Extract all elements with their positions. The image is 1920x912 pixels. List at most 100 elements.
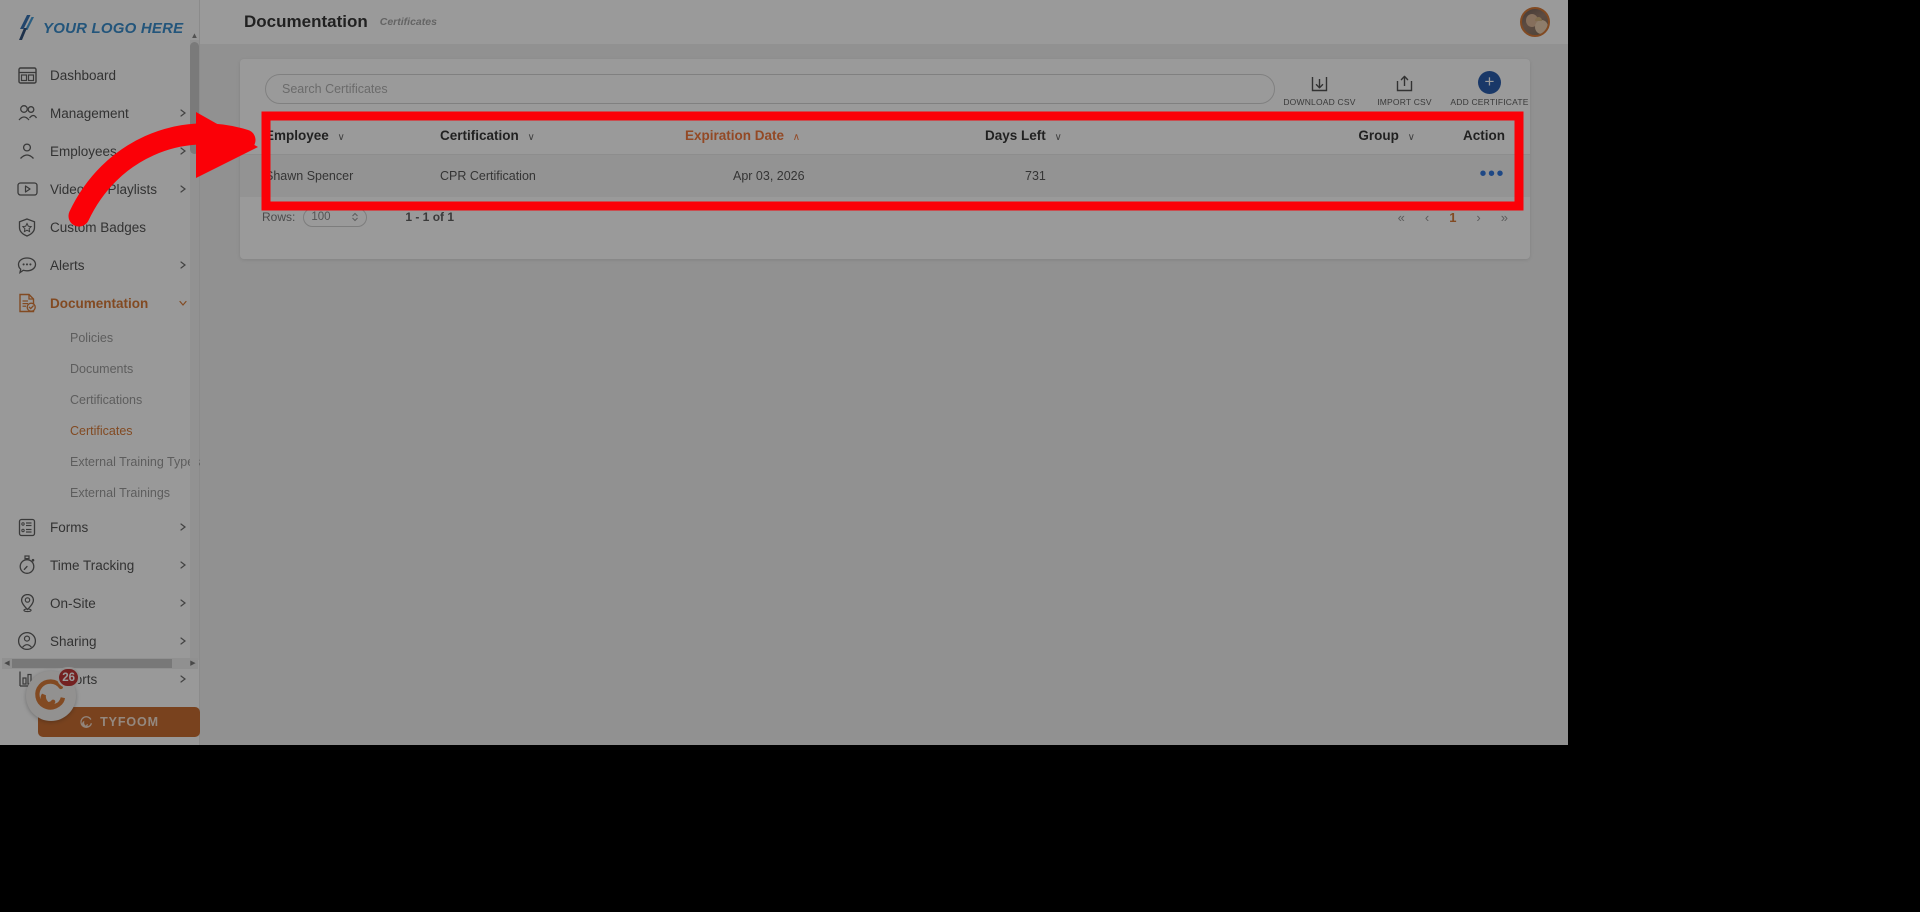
column-label-days-left: Days Left <box>985 128 1046 143</box>
import-csv-button[interactable]: IMPORT CSV <box>1364 72 1445 107</box>
pagination-last-button[interactable]: » <box>1501 210 1508 225</box>
add-certificate-button[interactable]: + ADD CERTIFICATE <box>1449 70 1530 107</box>
sidebar-subitem-certifications[interactable]: Certifications <box>0 384 199 415</box>
sidebar-label-custom-badges: Custom Badges <box>50 219 147 235</box>
sort-caret-down-icon: ∨ <box>1054 132 1062 143</box>
cell-days-left: 731 <box>985 154 1200 197</box>
user-avatar[interactable] <box>1520 7 1550 37</box>
plus-circle-icon: + <box>1477 70 1501 94</box>
sidebar-item-dashboard[interactable]: Dashboard <box>0 56 199 94</box>
sidebar-navigation: YOUR LOGO HERE Dashboard Management Empl… <box>0 0 200 745</box>
map-pin-icon <box>16 592 38 614</box>
hscroll-left-arrow[interactable]: ◀ <box>2 658 12 669</box>
sidebar-label-forms: Forms <box>50 519 89 535</box>
sidebar-scrollbar-thumb[interactable] <box>190 42 199 154</box>
import-csv-label: IMPORT CSV <box>1377 96 1432 107</box>
sidebar-item-videos-playlists[interactable]: Videos & Playlists <box>0 170 199 208</box>
cell-expiration-date: Apr 03, 2026 <box>685 154 985 197</box>
dashboard-icon <box>16 64 38 86</box>
sidebar-item-employees[interactable]: Employees <box>0 132 199 170</box>
sidebar-item-documentation[interactable]: Documentation <box>0 284 199 322</box>
column-header-days-left[interactable]: Days Left ∨ <box>985 119 1200 155</box>
row-actions-menu-button[interactable]: ••• <box>1479 163 1505 185</box>
sidebar-sublabel-certificates: Certificates <box>70 423 133 438</box>
sidebar-item-management[interactable]: Management <box>0 94 199 132</box>
sidebar-subitem-external-training-types[interactable]: External Training Types <box>0 446 201 477</box>
sidebar-horizontal-scrollbar[interactable]: ◀ ▶ <box>2 658 198 669</box>
sidebar-label-on-site: On-Site <box>50 595 96 611</box>
certificates-card: DOWNLOAD CSV IMPORT CSV + <box>240 59 1530 259</box>
download-csv-button[interactable]: DOWNLOAD CSV <box>1279 72 1360 107</box>
sidebar-sublabel-certifications: Certifications <box>70 392 143 407</box>
sort-caret-down-icon: ∨ <box>337 132 345 143</box>
sidebar-label-dashboard: Dashboard <box>50 67 117 83</box>
page-subtitle: Certificates <box>379 16 437 28</box>
add-certificate-label: ADD CERTIFICATE <box>1450 96 1529 107</box>
hscroll-right-arrow[interactable]: ▶ <box>188 658 198 669</box>
rows-per-page-value: 100 <box>311 211 331 223</box>
page-header: Documentation Certificates <box>200 0 1568 44</box>
sidebar-item-forms[interactable]: Forms <box>0 508 199 546</box>
sort-caret-up-icon: ∧ <box>792 132 801 143</box>
chevron-right-icon <box>180 261 186 269</box>
chevron-right-icon <box>180 147 186 155</box>
sidebar-item-sharing[interactable]: Sharing <box>0 622 199 660</box>
pagination-range-text: 1 - 1 of 1 <box>405 210 455 224</box>
pagination-next-button[interactable]: › <box>1476 210 1480 225</box>
sidebar-item-on-site[interactable]: On-Site <box>0 584 199 622</box>
table-row[interactable]: Shawn Spencer CPR Certification Apr 03, … <box>240 154 1530 197</box>
sort-caret-down-icon: ∨ <box>1407 132 1415 143</box>
sidebar-subitem-policies[interactable]: Policies <box>0 322 199 353</box>
column-label-expiration-date: Expiration Date <box>685 128 785 143</box>
pagination-page-1[interactable]: 1 <box>1449 210 1456 225</box>
rows-per-page-label: Rows: <box>262 210 296 224</box>
tyfoom-notification-badge: 26 <box>57 667 80 688</box>
sidebar-sublabel-policies: Policies <box>70 330 114 345</box>
form-list-icon <box>16 516 38 538</box>
people-icon <box>16 102 38 124</box>
sidebar-label-documentation: Documentation <box>50 295 149 311</box>
sidebar-label-sharing: Sharing <box>50 633 97 649</box>
download-csv-icon <box>1310 72 1329 94</box>
column-header-certification[interactable]: Certification ∨ <box>440 119 685 155</box>
download-csv-label: DOWNLOAD CSV <box>1283 96 1356 107</box>
pagination-prev-button[interactable]: ‹ <box>1425 210 1429 225</box>
column-header-group[interactable]: Group ∨ <box>1200 119 1415 155</box>
brand-logo[interactable]: YOUR LOGO HERE <box>0 0 199 56</box>
cell-employee: Shawn Spencer <box>240 154 440 197</box>
sidebar-label-alerts: Alerts <box>50 257 85 273</box>
sidebar-label-management: Management <box>50 105 129 121</box>
chevron-right-icon <box>180 637 186 645</box>
sort-caret-down-icon: ∨ <box>527 132 535 143</box>
sidebar-item-custom-badges[interactable]: Custom Badges <box>0 208 199 246</box>
card-toolbar: DOWNLOAD CSV IMPORT CSV + <box>240 59 1530 119</box>
chat-bubble-icon <box>16 254 38 276</box>
stopwatch-icon <box>16 554 38 576</box>
sidebar-item-time-tracking[interactable]: Time Tracking <box>0 546 199 584</box>
tyfoom-launcher-orb[interactable]: 26 <box>26 667 80 721</box>
hscroll-thumb[interactable] <box>12 659 172 668</box>
column-header-expiration-date[interactable]: Expiration Date ∧ <box>685 119 985 155</box>
chevron-right-icon <box>180 109 186 117</box>
sidebar-subitem-certificates[interactable]: Certificates <box>0 415 199 446</box>
sidebar-label-employees: Employees <box>50 143 117 159</box>
column-header-employee[interactable]: Employee ∨ <box>240 119 440 155</box>
tyfoom-swirl-icon <box>80 715 93 728</box>
search-container[interactable] <box>265 74 1275 104</box>
sidebar-label-videos-playlists: Videos & Playlists <box>50 181 158 197</box>
column-label-action: Action <box>1463 128 1505 143</box>
sidebar-subitem-external-trainings[interactable]: External Trainings <box>0 477 199 508</box>
column-label-group: Group <box>1358 128 1399 143</box>
cell-group <box>1200 154 1415 197</box>
chevron-right-icon <box>180 561 186 569</box>
pagination-first-button[interactable]: « <box>1398 210 1405 225</box>
sidebar-sublabel-external-training-types: External Training Types <box>70 454 201 469</box>
search-input[interactable] <box>282 82 1258 96</box>
application-window: YOUR LOGO HERE Dashboard Management Empl… <box>0 0 1568 745</box>
sidebar-item-alerts[interactable]: Alerts <box>0 246 199 284</box>
rows-per-page-select[interactable]: 100 <box>303 207 368 227</box>
sidebar-subitem-documents[interactable]: Documents <box>0 353 199 384</box>
pagination-controls: « ‹ 1 › » <box>1398 210 1508 225</box>
import-csv-icon <box>1395 72 1414 94</box>
tyfoom-widget[interactable]: TYFOOM 26 <box>26 667 200 737</box>
